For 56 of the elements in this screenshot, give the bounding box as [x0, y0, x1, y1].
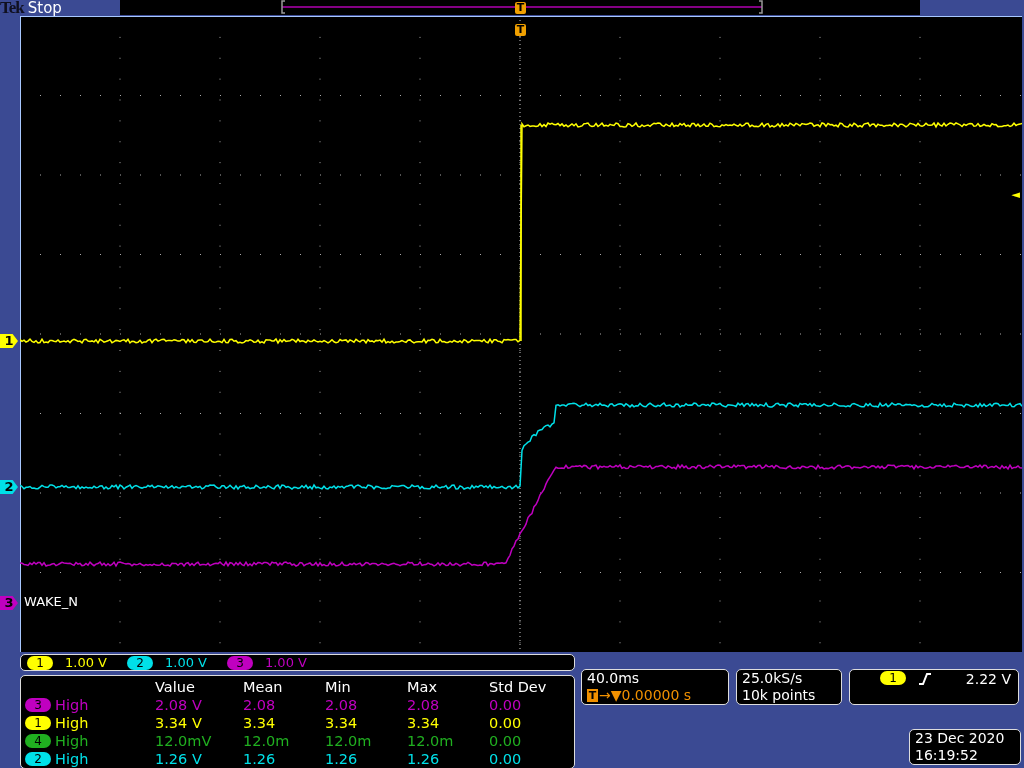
column-header: Value: [155, 679, 196, 695]
measurement-value: 1.26: [407, 751, 441, 767]
trigger-position: T →▼0.00000 s: [587, 687, 693, 704]
brand-logo: Tek: [0, 0, 24, 18]
trigger-point-marker: T: [515, 24, 526, 36]
vertical-scale: 1.00 V: [65, 655, 107, 670]
channel-marker[interactable]: 2: [0, 480, 18, 494]
record-length: 10k points: [742, 687, 817, 704]
measurement-value: 12.0m: [243, 733, 291, 749]
time: 16:19:52: [915, 747, 979, 764]
column-header: Mean: [243, 679, 284, 695]
column-header: Min: [325, 679, 352, 695]
measurement-type: High: [55, 751, 89, 767]
channel-badge: 3: [25, 698, 51, 712]
measurement-value: 3.34: [243, 715, 277, 731]
measurement-value: 1.26: [243, 751, 277, 767]
measurement-value: 2.08: [243, 697, 277, 713]
channel-badge: 1: [880, 671, 906, 685]
measurement-value: 0.00: [489, 715, 523, 731]
date: 23 Dec 2020: [915, 730, 1006, 747]
measurement-value: 1.26: [325, 751, 359, 767]
measurement-value: 3.34: [407, 715, 441, 731]
horizontal-scale: 40.0ms: [587, 670, 641, 687]
measurement-type: High: [55, 715, 89, 731]
measurement-type: High: [55, 733, 89, 749]
channel-badge: 2: [25, 752, 51, 766]
measurement-value: 2.08: [325, 697, 359, 713]
channel-label: WAKE_N: [24, 594, 78, 609]
measurement-value: 1.26 V: [155, 751, 203, 767]
measurement-type: High: [55, 697, 89, 713]
trigger-level: 2.22 V: [965, 671, 1011, 688]
channel-badge: 1: [25, 716, 51, 730]
measurement-value: 3.34: [325, 715, 359, 731]
measurement-value: 0.00: [489, 697, 523, 713]
channel-marker[interactable]: 1: [0, 334, 18, 348]
channel-badge: 3: [226, 655, 253, 670]
measurement-value: 2.08: [407, 697, 441, 713]
column-header: Std Dev: [489, 679, 548, 695]
column-header: Max: [407, 679, 438, 695]
channel-badge: 4: [25, 734, 51, 748]
channel-marker[interactable]: 3: [0, 596, 18, 610]
vertical-scale: 1.00 V: [165, 655, 207, 670]
acquisition-status: Stop: [27, 0, 62, 17]
measurement-value: 2.08 V: [155, 697, 203, 713]
sample-rate: 25.0kS/s: [742, 670, 804, 687]
measurement-value: 12.0m: [407, 733, 455, 749]
channel-badge: 1: [27, 655, 53, 670]
measurement-value: 0.00: [489, 751, 523, 767]
measurement-value: 0.00: [489, 733, 523, 749]
measurement-value: 12.0m: [325, 733, 373, 749]
vertical-scale: 1.00 V: [264, 655, 307, 670]
trigger-level-marker: ◄: [1011, 188, 1020, 201]
measurement-value: 12.0mV: [155, 733, 213, 749]
measurement-value: 3.34 V: [155, 715, 203, 731]
trigger-position-marker: T: [515, 2, 526, 14]
channel-badge: 2: [127, 655, 153, 670]
